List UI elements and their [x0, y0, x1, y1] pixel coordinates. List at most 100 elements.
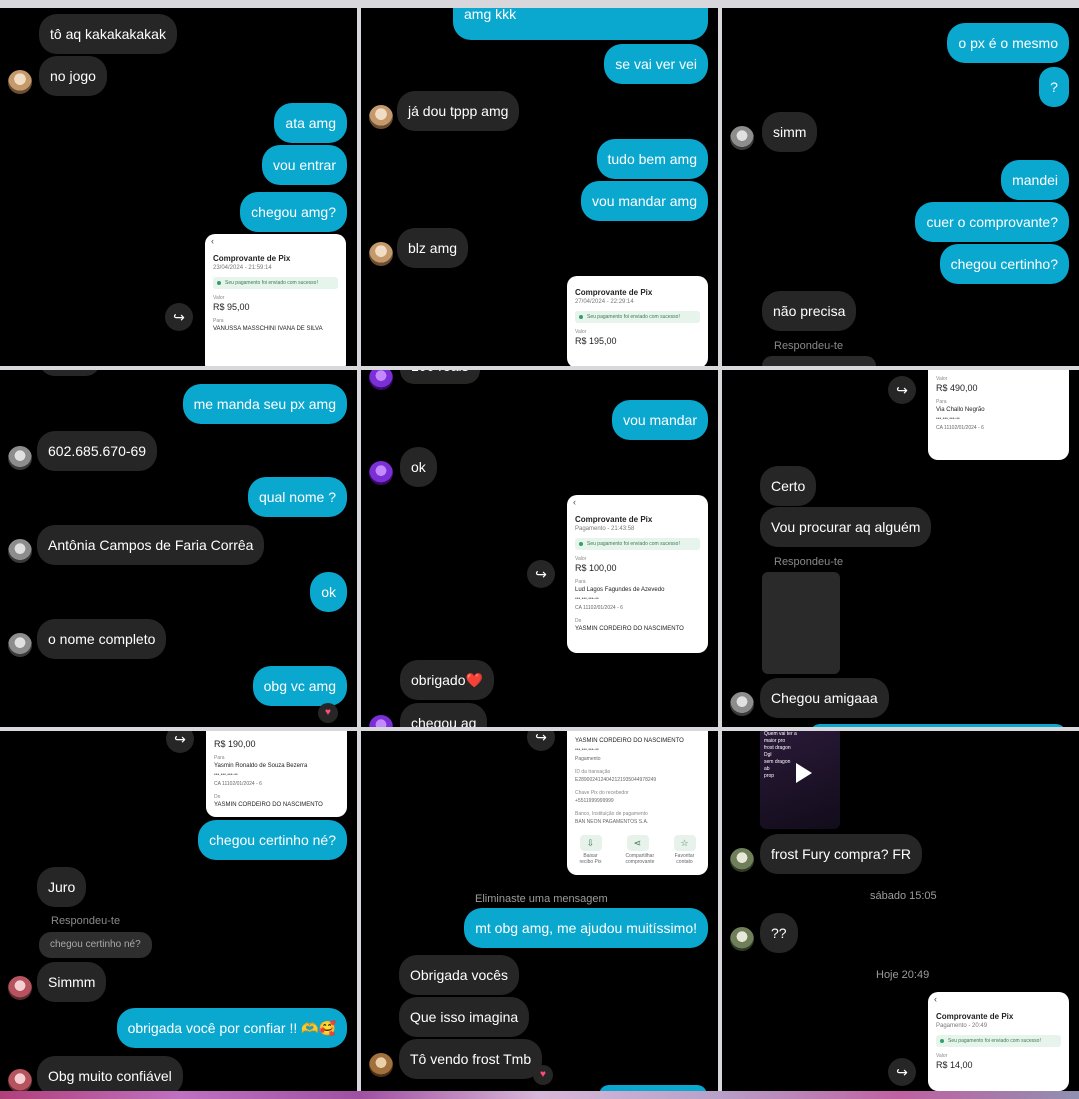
message-incoming[interactable]: frost Fury compra? FR	[760, 834, 923, 874]
chat-panel-9[interactable]: Quem vai ter a maior pro frost dragon Dg…	[722, 731, 1079, 1091]
receipt-detail: •••.•••.•••-••	[214, 772, 238, 778]
message-incoming[interactable]: Tô vendo frost Tmb	[399, 1039, 543, 1079]
contact-avatar[interactable]	[369, 461, 393, 485]
share-icon[interactable]: ↪	[527, 731, 555, 751]
contact-avatar[interactable]	[8, 976, 32, 1000]
message-incoming[interactable]: ??	[760, 913, 798, 953]
chat-panel-3[interactable]: o px é o mesmo ? simm mandei cuer o comp…	[722, 8, 1079, 366]
heart-reaction-icon[interactable]: ♥	[318, 703, 338, 723]
share-icon[interactable]: ↪	[888, 376, 916, 404]
message-outgoing[interactable]: amg kkk	[453, 8, 708, 40]
message-outgoing[interactable]: chegou amg?	[240, 192, 347, 232]
message-incoming[interactable]: Obrigada vocês	[399, 955, 520, 995]
chat-panel-5[interactable]: 100 reais vou mandar ok ↪ ‹ Comprovante …	[361, 370, 718, 727]
message-incoming[interactable]: obrigado❤️	[400, 660, 494, 700]
contact-avatar[interactable]	[8, 446, 32, 470]
pix-receipt-image[interactable]: ‹ Comprovante de Pix Pagamento - 20:49 S…	[928, 992, 1069, 1091]
message-incoming[interactable]: já dou tppp amg	[397, 91, 520, 131]
message-outgoing[interactable]: ok	[310, 572, 347, 612]
contact-avatar[interactable]	[8, 633, 32, 657]
receipt-detail: CA 11102/01/2024 - 6	[575, 605, 623, 611]
heart-reaction-icon[interactable]: ♥	[533, 1065, 553, 1085]
message-outgoing[interactable]: qual nome ?	[247, 477, 347, 517]
contact-avatar[interactable]	[369, 1053, 393, 1077]
message-incoming[interactable]: no jogo	[39, 56, 107, 96]
share-icon[interactable]: ↪	[888, 1058, 916, 1086]
video-message[interactable]: Quem vai ter a maior pro frost dragon Dg…	[760, 731, 840, 829]
message-incoming[interactable]: 602.685.670-69	[37, 431, 158, 471]
message-outgoing[interactable]: mandei	[1001, 160, 1069, 200]
receipt-value-label: Valor	[575, 329, 587, 335]
receipt-from-label: De	[575, 618, 582, 624]
message-outgoing[interactable]: me manda seu px amg	[182, 384, 347, 424]
message-outgoing[interactable]: tudo bem amg	[596, 139, 708, 179]
contact-avatar[interactable]	[369, 370, 393, 390]
contact-avatar[interactable]	[8, 1069, 32, 1091]
download-receipt-button[interactable]: ⇩ Baixar recibo Pix	[579, 835, 603, 865]
chat-panel-7[interactable]: ↪ R$ 190,00 Para Yasmin Ronaldo de Souza…	[0, 731, 357, 1091]
message-outgoing[interactable]: cuer o comprovante?	[915, 202, 1069, 242]
pix-receipt-image[interactable]: Valor R$ 490,00 Para Via Challo Negrão •…	[928, 370, 1069, 460]
contact-avatar[interactable]	[730, 126, 754, 150]
message-incoming[interactable]: o nome completo	[37, 619, 167, 659]
quoted-message[interactable]: chegou certinho né?	[39, 932, 152, 958]
message-outgoing[interactable]: chegou certinho né?	[198, 820, 347, 860]
share-receipt-button[interactable]: ⋖ Compartilhar comprovante	[626, 835, 654, 865]
contact-avatar[interactable]	[730, 927, 754, 951]
previous-message[interactable]	[40, 370, 100, 376]
receipt-value-label: Valor	[936, 1053, 948, 1059]
message-outgoing[interactable]: o px é o mesmo	[947, 23, 1069, 63]
quoted-image[interactable]	[762, 572, 840, 674]
chat-panel-1[interactable]: tô aq kakakakakak no jogo ata amg vou en…	[0, 8, 357, 366]
pix-receipt-image[interactable]: Comprovante de Pix 27/04/2024 - 22:29:14…	[567, 276, 708, 366]
contact-avatar[interactable]	[8, 539, 32, 563]
share-icon[interactable]: ↪	[166, 731, 194, 753]
message-incoming[interactable]: Juro	[37, 867, 87, 907]
message-incoming[interactable]: Obg muito confiável	[37, 1056, 183, 1091]
chat-panel-2[interactable]: amg kkk se vai ver vei já dou tppp amg t…	[361, 8, 718, 366]
message-incoming[interactable]: simm	[762, 112, 818, 152]
action-label: Compartilhar comprovante	[625, 853, 655, 865]
message-outgoing[interactable]: vou mandar	[612, 400, 708, 440]
message-outgoing[interactable]: vou entrar	[261, 145, 347, 185]
contact-avatar[interactable]	[730, 848, 754, 872]
message-outgoing[interactable]: chegou certinho?	[939, 244, 1069, 284]
message-incoming[interactable]: Simmm	[37, 962, 107, 1002]
message-incoming[interactable]: Vou procurar aq alguém	[760, 507, 932, 547]
chat-panel-8[interactable]: ↪ YASMIN CORDEIRO DO NASCIMENTO •••.•••.…	[361, 731, 718, 1091]
message-incoming[interactable]: não precisa	[762, 291, 857, 331]
message-incoming[interactable]: blz amg	[397, 228, 469, 268]
contact-avatar[interactable]	[369, 715, 393, 727]
contact-avatar[interactable]	[369, 105, 393, 129]
chat-panel-6[interactable]: ↪ Valor R$ 490,00 Para Via Challo Negrão…	[722, 370, 1079, 727]
share-icon[interactable]: ↪	[527, 560, 555, 588]
message-incoming[interactable]: tô aq kakakakakak	[39, 14, 177, 54]
play-icon[interactable]	[796, 763, 812, 783]
share-icon[interactable]: ↪	[165, 303, 193, 331]
quoted-message[interactable]	[762, 356, 876, 366]
message-outgoing[interactable]: ?	[1039, 67, 1069, 107]
contact-avatar[interactable]	[369, 242, 393, 266]
message-outgoing[interactable]: ata amg	[274, 103, 347, 143]
contact-avatar[interactable]	[730, 692, 754, 716]
message-incoming[interactable]: ok	[400, 447, 437, 487]
next-message[interactable]	[810, 724, 1066, 727]
message-outgoing[interactable]: vou mandar amg	[580, 181, 708, 221]
message-incoming[interactable]: Antônia Campos de Faria Corrêa	[37, 525, 265, 565]
message-incoming[interactable]: Certo	[760, 466, 817, 506]
pix-receipt-image[interactable]: ‹ Comprovante de Pix 23/04/2024 - 21:59:…	[205, 234, 346, 366]
message-outgoing[interactable]: obrigada você por confiar !! 🫶🥰	[116, 1008, 347, 1048]
pix-receipt-image[interactable]: ‹ Comprovante de Pix Pagamento - 21:43:5…	[567, 495, 708, 653]
message-outgoing[interactable]: se vai ver vei	[604, 44, 708, 84]
message-incoming[interactable]: Chegou amigaaa	[760, 678, 889, 718]
message-outgoing[interactable]: mt obg amg, me ajudou muitíssimo!	[464, 908, 708, 948]
chat-panel-4[interactable]: me manda seu px amg 602.685.670-69 qual …	[0, 370, 357, 727]
message-incoming[interactable]: 100 reais	[400, 370, 480, 384]
message-incoming[interactable]: chegou aq	[400, 703, 488, 727]
pix-receipt-image[interactable]: YASMIN CORDEIRO DO NASCIMENTO •••.•••.••…	[567, 731, 708, 875]
pix-receipt-image[interactable]: R$ 190,00 Para Yasmin Ronaldo de Souza B…	[206, 731, 347, 817]
message-outgoing[interactable]: obg vc amg	[252, 666, 347, 706]
message-incoming[interactable]: Que isso imagina	[399, 997, 530, 1037]
contact-avatar[interactable]	[8, 70, 32, 94]
favorite-contact-button[interactable]: ☆ Favoritar contato	[673, 835, 697, 865]
